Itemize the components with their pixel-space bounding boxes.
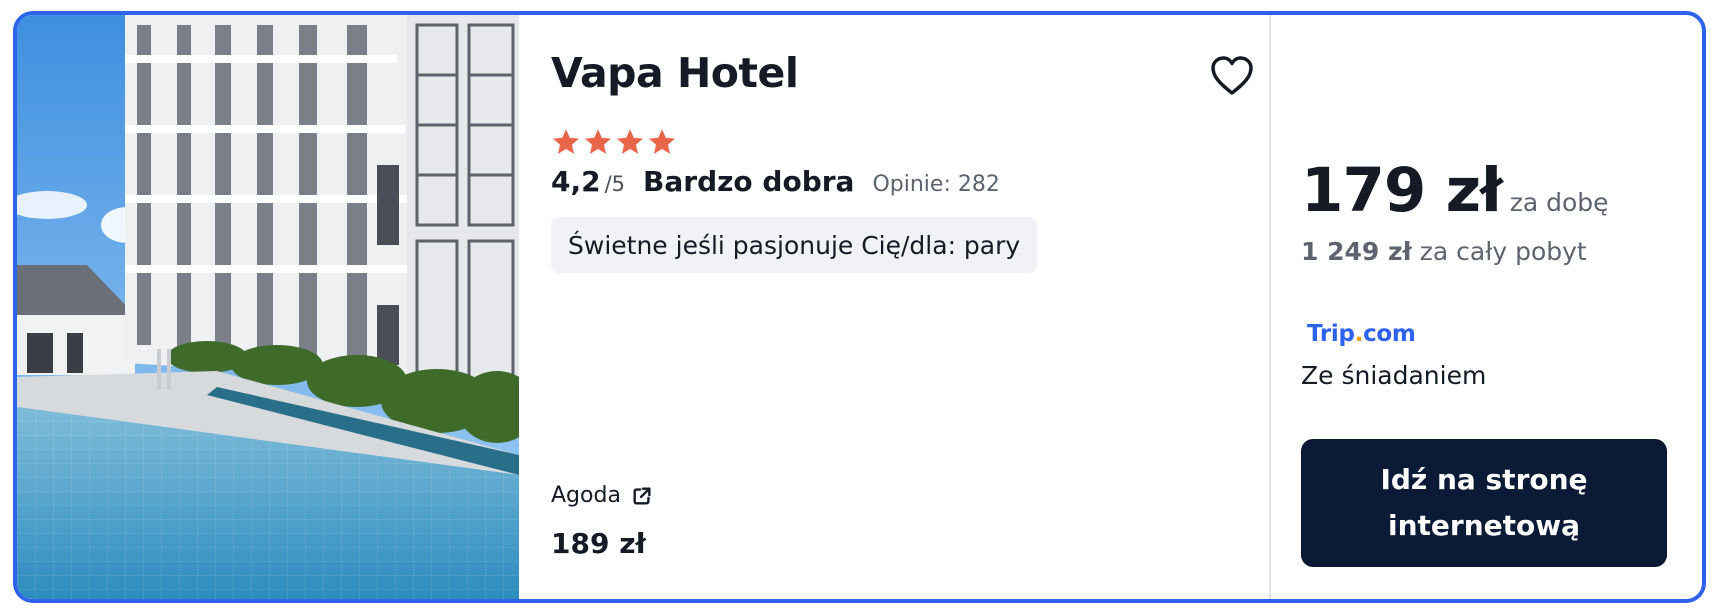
best-offer-panel: 179 zł za dobę 1 249 zł za cały pobyt Tr…: [1271, 15, 1702, 599]
alt-provider-price[interactable]: 189 zł: [551, 527, 646, 560]
star-icon: [617, 129, 643, 154]
total-price-label: za cały pobyt: [1411, 237, 1587, 266]
rating-summary[interactable]: 4,2 /5 Bardzo dobra Opinie: 282: [551, 165, 1000, 198]
trip-com-logo: Trip.com: [1307, 321, 1416, 347]
hotel-photo[interactable]: [17, 15, 519, 599]
go-to-website-button[interactable]: Idź na stronę internetową: [1301, 439, 1667, 567]
logo-part-name: Trip: [1307, 321, 1355, 347]
heart-icon[interactable]: [1209, 55, 1255, 97]
logo-part-tld: com: [1363, 321, 1416, 347]
nightly-price: 179 zł za dobę: [1301, 155, 1609, 226]
star-icon: [585, 129, 611, 154]
hotel-info: Vapa Hotel 4,2 /5 Bardzo dobra Opinie: 2…: [519, 15, 1269, 599]
star-icon: [649, 129, 675, 154]
rating-score: 4,2: [551, 165, 601, 198]
total-stay-price: 1 249 zł za cały pobyt: [1301, 237, 1587, 266]
hotel-stars: [551, 127, 677, 157]
total-price-value: 1 249 zł: [1301, 237, 1412, 266]
external-link-icon: [633, 486, 651, 505]
hotel-name[interactable]: Vapa Hotel: [551, 49, 799, 97]
star-icon: [553, 129, 579, 154]
hotel-result-card[interactable]: Vapa Hotel 4,2 /5 Bardzo dobra Opinie: 2…: [13, 11, 1706, 603]
rating-max: /5: [604, 172, 626, 196]
price-per-night-label: za dobę: [1509, 188, 1609, 217]
logo-part-dot: .: [1354, 321, 1364, 347]
review-count[interactable]: Opinie: 282: [872, 172, 999, 197]
alt-provider-link[interactable]: Agoda: [551, 483, 653, 508]
meal-plan: Ze śniadaniem: [1301, 361, 1487, 390]
traveler-type-badge: Świetne jeśli pasjonuje Cię/dla: pary: [551, 217, 1038, 273]
price-per-night-value: 179 zł: [1301, 155, 1503, 226]
alt-provider-name: Agoda: [551, 483, 621, 508]
rating-verdict: Bardzo dobra: [643, 165, 855, 198]
